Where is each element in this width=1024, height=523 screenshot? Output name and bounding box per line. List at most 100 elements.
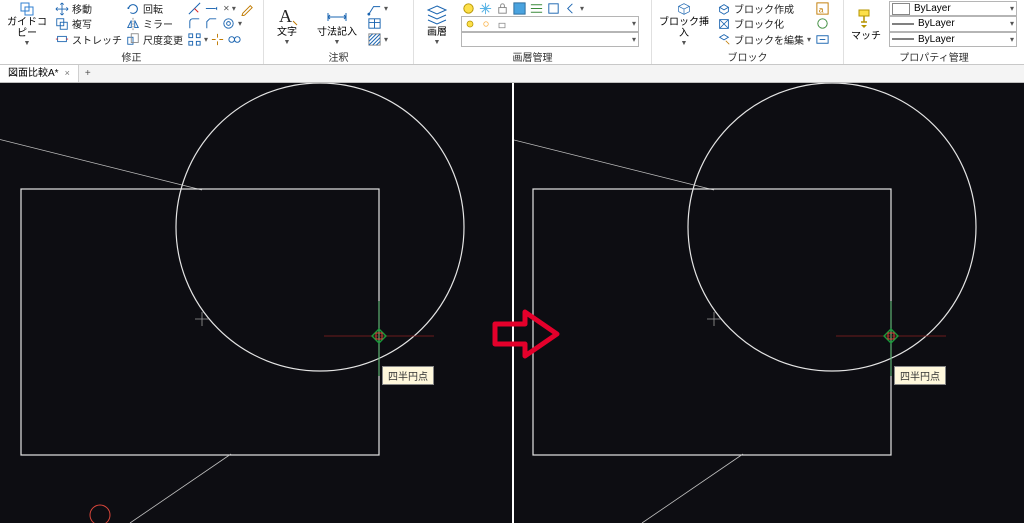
explode-icon[interactable] <box>210 32 225 47</box>
snap-tooltip: 四半円点 <box>894 366 946 385</box>
snap-tooltip-text: 四半円点 <box>388 372 428 383</box>
block-edit-label: ブロックを編集 <box>734 32 804 47</box>
block-make-button[interactable]: ブロック化 <box>717 16 811 31</box>
layer-color-icon[interactable] <box>512 1 527 16</box>
mirror-label: ミラー <box>143 16 173 31</box>
chevron-down-icon: ▾ <box>1007 4 1014 13</box>
lineweight-combo-value: ByLayer <box>918 18 1003 29</box>
attr-edit-icon[interactable] <box>815 32 830 47</box>
chevron-down-icon: ▾ <box>807 35 811 44</box>
edit-pencil-icon[interactable] <box>240 1 255 16</box>
chevron-down-icon: ▼ <box>681 40 688 47</box>
layer-freeze-icon[interactable] <box>478 1 493 16</box>
compare-divider[interactable] <box>512 83 514 523</box>
delete-dropdown-icon[interactable]: ✕ ▾ <box>221 4 238 13</box>
group-title: 画層管理 <box>417 47 648 65</box>
chevron-down-icon: ▾ <box>629 19 636 28</box>
guide-copy-button[interactable]: ガイドコピー ▼ <box>3 1 51 47</box>
line-sample-icon <box>892 19 914 29</box>
block-make-label: ブロック化 <box>734 16 784 31</box>
layer-iso-icon[interactable] <box>546 1 561 16</box>
rotate-label: 回転 <box>143 1 163 16</box>
linetype-combo-value: ByLayer <box>918 34 1003 45</box>
layer-combo[interactable]: ▾ <box>461 16 639 32</box>
match-props-icon <box>854 7 878 31</box>
attribute-icon[interactable]: a <box>815 1 830 16</box>
ribbon-group-modify: ガイドコピー ▼ 移動 複写 ストレッチ <box>0 0 264 64</box>
extend-icon[interactable] <box>204 1 219 16</box>
layer-lock-icon[interactable] <box>495 1 510 16</box>
mirror-icon <box>126 17 140 31</box>
table-icon[interactable] <box>367 16 382 31</box>
block-make-icon <box>717 17 731 31</box>
chevron-down-icon[interactable]: ▾ <box>384 4 388 13</box>
svg-text:A: A <box>279 6 292 26</box>
chevron-down-icon: ▾ <box>629 35 636 44</box>
copy-button[interactable]: 複写 <box>55 16 122 31</box>
close-icon[interactable]: × <box>65 65 70 82</box>
lineweight-combo[interactable]: ByLayer ▾ <box>889 16 1017 31</box>
chevron-down-icon[interactable]: ▾ <box>384 35 388 44</box>
trim-icon[interactable] <box>187 1 202 16</box>
stretch-button[interactable]: ストレッチ <box>55 32 122 47</box>
group-title: ブロック <box>655 47 840 65</box>
layer-prev-icon[interactable] <box>563 1 578 16</box>
block-create-button[interactable]: ブロック作成 <box>717 1 811 16</box>
mirror-button[interactable]: ミラー <box>126 16 183 31</box>
leader-icon[interactable] <box>367 1 382 16</box>
block-insert-icon <box>672 1 696 17</box>
layer-off-icon[interactable] <box>461 1 476 16</box>
chevron-down-icon[interactable]: ▾ <box>204 35 208 44</box>
line-sample-icon <box>892 34 914 44</box>
chamfer-icon[interactable] <box>204 16 219 31</box>
rotate-icon <box>126 2 140 16</box>
layers-button[interactable]: 画層 ▼ <box>417 1 457 47</box>
compare-left-pane: 四半円点 <box>0 83 512 523</box>
ribbon-group-block: ブロック挿入 ▼ ブロック作成 ブロック化 ブロックを編集 ▾ <box>652 0 844 64</box>
text-button[interactable]: A 文字 ▼ <box>267 1 307 47</box>
array-icon[interactable] <box>187 32 202 47</box>
chevron-down-icon[interactable]: ▾ <box>238 19 242 28</box>
group-title: プロパティ管理 <box>847 47 1021 65</box>
block-insert-button[interactable]: ブロック挿入 ▼ <box>655 1 713 47</box>
snap-tooltip-text: 四半円点 <box>900 372 940 383</box>
stretch-icon <box>55 32 69 46</box>
move-icon <box>55 2 69 16</box>
move-button[interactable]: 移動 <box>55 1 122 16</box>
attr-sync-icon[interactable] <box>815 16 830 31</box>
layer-match-icon[interactable] <box>529 1 544 16</box>
hatch-icon[interactable] <box>367 32 382 47</box>
rotate-button[interactable]: 回転 <box>126 1 183 16</box>
chevron-down-icon: ▾ <box>1007 35 1014 44</box>
offset-icon[interactable] <box>221 16 236 31</box>
group-title: 注釈 <box>267 47 410 65</box>
chevron-down-icon[interactable]: ▾ <box>580 4 584 13</box>
ribbon: ガイドコピー ▼ 移動 複写 ストレッチ <box>0 0 1024 65</box>
block-insert-label: ブロック挿入 <box>655 17 713 39</box>
layers-label: 画層 <box>427 27 447 38</box>
linetype-combo[interactable]: ByLayer ▾ <box>889 32 1017 47</box>
block-edit-button[interactable]: ブロックを編集 ▾ <box>717 32 811 47</box>
color-combo-value: ByLayer <box>914 3 1003 14</box>
new-tab-button[interactable]: + <box>79 68 97 79</box>
color-combo[interactable]: ByLayer ▾ <box>889 1 1017 16</box>
layers-icon <box>425 3 449 27</box>
chevron-down-icon: ▼ <box>284 39 291 46</box>
color-swatch <box>892 3 910 15</box>
guide-copy-label: ガイドコピー <box>3 17 51 39</box>
guide-copy-icon <box>15 1 39 17</box>
drawing-canvas[interactable]: 四半円点 四半円点 <box>0 83 1024 523</box>
document-tabbar: 図面比較A* × + <box>0 65 1024 83</box>
join-icon[interactable] <box>227 32 242 47</box>
chevron-down-icon: ▼ <box>334 39 341 46</box>
bulb-icon <box>464 18 476 30</box>
match-props-button[interactable]: マッチ <box>847 1 885 47</box>
fillet-icon[interactable] <box>187 16 202 31</box>
text-icon: A <box>275 3 299 27</box>
scale-button[interactable]: 尺度変更 <box>126 32 183 47</box>
layer-combo-2[interactable]: ▾ <box>461 32 639 48</box>
dimension-button[interactable]: 寸法記入 ▼ <box>311 1 363 47</box>
group-title: 修正 <box>3 47 260 65</box>
block-create-icon <box>717 2 731 16</box>
document-tab[interactable]: 図面比較A* × <box>0 65 79 82</box>
